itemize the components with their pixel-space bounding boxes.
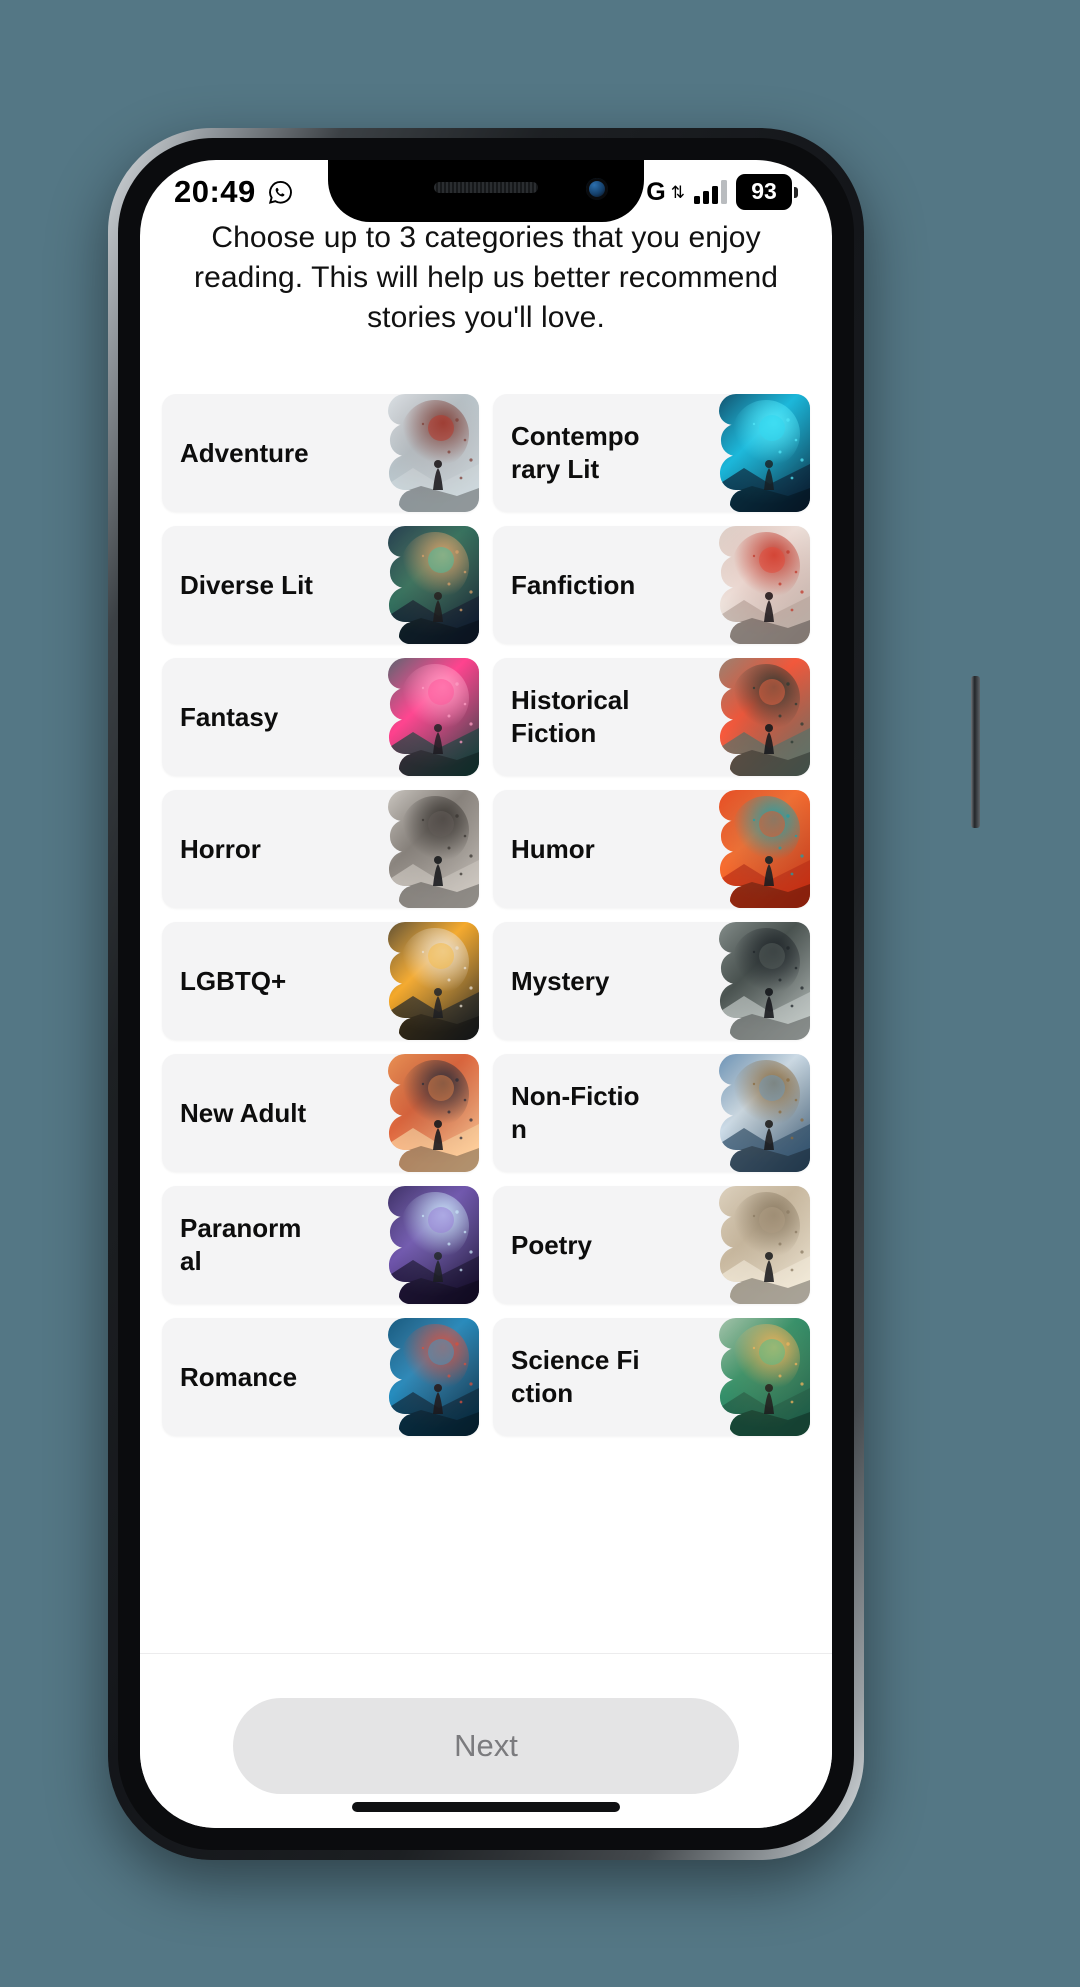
lone-tree-starfield-thumbnail	[361, 1186, 479, 1304]
shadow-figures-thumbnail	[361, 790, 479, 908]
next-button[interactable]: Next	[233, 1698, 739, 1794]
category-label: New Adult	[180, 1097, 307, 1128]
category-label: Paranormal	[180, 1213, 302, 1276]
network-type-label: G	[646, 177, 666, 206]
category-label: Mystery	[511, 965, 610, 996]
hiker-snow-mountain-thumbnail	[361, 394, 479, 512]
category-label: Fantasy	[180, 701, 279, 732]
glowing-mushroom-thumbnail	[361, 658, 479, 776]
phone-screen: 20:49 G ⇅ 93 Choose up to 3 categories t…	[140, 160, 832, 1828]
status-bar: 20:49 G ⇅ 93	[140, 160, 832, 224]
category-card-humor[interactable]: Humor	[493, 790, 810, 908]
signal-bars-icon	[694, 180, 727, 204]
category-label: Fanfiction	[511, 569, 636, 600]
cosmic-dreamer-thumbnail	[361, 526, 479, 644]
category-label: Romance	[180, 1361, 298, 1392]
category-label: LGBTQ+	[180, 965, 287, 996]
data-transfer-icon: ⇅	[670, 182, 685, 202]
category-card-romance[interactable]: Romance	[162, 1318, 479, 1436]
whatsapp-icon	[267, 179, 294, 206]
detective-alley-thumbnail	[692, 922, 810, 1040]
category-card-science-fiction[interactable]: Science Fiction	[493, 1318, 810, 1436]
category-card-adventure[interactable]: Adventure	[162, 394, 479, 512]
status-bar-right: G ⇅ 93	[646, 174, 798, 210]
category-card-lgbtq[interactable]: LGBTQ+	[162, 922, 479, 1040]
category-card-poetry[interactable]: Poetry	[493, 1186, 810, 1304]
category-card-paranormal[interactable]: Paranormal	[162, 1186, 479, 1304]
category-label: Horror	[180, 833, 261, 864]
couple-sunset-city-thumbnail	[361, 1054, 479, 1172]
category-label: Diverse Lit	[180, 569, 313, 600]
category-label: Science Fiction	[511, 1345, 640, 1408]
pier-birds-dusk-thumbnail	[692, 1186, 810, 1304]
battery-tip	[794, 186, 798, 198]
phone-device-frame: 20:49 G ⇅ 93 Choose up to 3 categories t…	[108, 128, 980, 1860]
category-card-fantasy[interactable]: Fantasy	[162, 658, 479, 776]
category-label: Humor	[511, 833, 595, 864]
phone-bezel: 20:49 G ⇅ 93 Choose up to 3 categories t…	[118, 138, 854, 1850]
category-card-diverse-lit[interactable]: Diverse Lit	[162, 526, 479, 644]
category-grid: Adventure Contemporary Lit Diverse Lit F…	[162, 394, 810, 1436]
category-label: Adventure	[180, 437, 309, 468]
category-card-fanfiction[interactable]: Fanfiction	[493, 526, 810, 644]
red-swirl-figure-thumbnail	[692, 790, 810, 908]
comet-green-horizon-thumbnail	[692, 1318, 810, 1436]
red-boat-clouds-thumbnail	[692, 526, 810, 644]
category-label: Contemporary Lit	[511, 421, 640, 484]
figure-blue-sparks-thumbnail	[692, 394, 810, 512]
power-button[interactable]	[971, 676, 980, 828]
battery-percent-label: 93	[736, 174, 792, 210]
category-card-historical-fiction[interactable]: Historical Fiction	[493, 658, 810, 776]
status-bar-left: 20:49	[174, 174, 294, 210]
confetti-street-thumbnail	[361, 922, 479, 1040]
app-container: 20:49 G ⇅ 93 Choose up to 3 categories t…	[140, 160, 832, 1828]
status-bar-clock: 20:49	[174, 174, 256, 209]
screenshot-root: 20:49 G ⇅ 93 Choose up to 3 categories t…	[0, 0, 1080, 1987]
category-label: Historical Fiction	[511, 685, 630, 748]
category-card-mystery[interactable]: Mystery	[493, 922, 810, 1040]
category-label: Poetry	[511, 1229, 592, 1260]
home-indicator[interactable]	[352, 1802, 620, 1812]
category-scroll-area[interactable]: Adventure Contemporary Lit Diverse Lit F…	[140, 394, 832, 1653]
category-label: Non-Fiction	[511, 1081, 640, 1144]
header: Choose up to 3 categories that you enjoy…	[140, 221, 832, 338]
category-card-non-fiction[interactable]: Non-Fiction	[493, 1054, 810, 1172]
category-card-contemporary-lit[interactable]: Contemporary Lit	[493, 394, 810, 512]
category-card-new-adult[interactable]: New Adult	[162, 1054, 479, 1172]
two-figures-blue-city-thumbnail	[361, 1318, 479, 1436]
page-subtitle: Choose up to 3 categories that you enjoy…	[193, 221, 779, 334]
landscape-clouds-river-thumbnail	[692, 1054, 810, 1172]
category-card-horror[interactable]: Horror	[162, 790, 479, 908]
samurai-red-moon-thumbnail	[692, 658, 810, 776]
battery-icon: 93	[736, 174, 798, 210]
